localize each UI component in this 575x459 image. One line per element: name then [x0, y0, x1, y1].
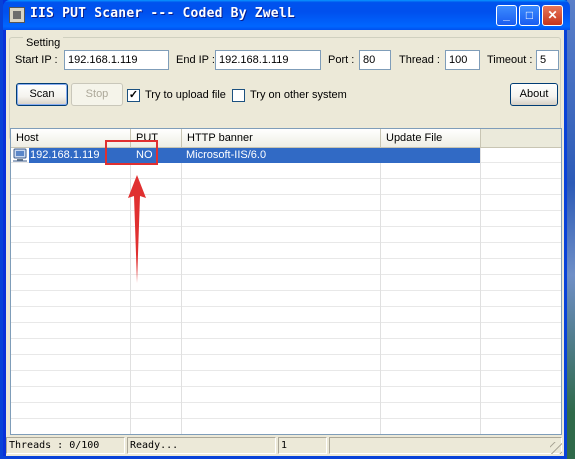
- resize-grip[interactable]: [550, 442, 562, 454]
- other-system-checkbox-label[interactable]: Try on other system: [250, 89, 347, 101]
- scan-button[interactable]: Scan: [16, 83, 68, 106]
- other-system-checkbox[interactable]: [232, 89, 245, 102]
- column-header-update-file[interactable]: Update File: [381, 129, 481, 147]
- threads-status: Threads : 0/100: [6, 437, 125, 454]
- end-ip-label: End IP :: [176, 54, 215, 66]
- window-title: IIS PUT Scaner --- Coded By ZwelL: [30, 6, 295, 21]
- thread-input[interactable]: 100: [445, 50, 480, 70]
- host-cell: 192.168.1.119: [30, 149, 100, 161]
- minimize-icon: _: [503, 8, 510, 22]
- upload-checkbox-label[interactable]: Try to upload file: [145, 89, 226, 101]
- table-row[interactable]: 192.168.1.119 NO Microsoft-IIS/6.0: [11, 148, 481, 163]
- column-divider: [130, 147, 131, 434]
- column-header-http-banner[interactable]: HTTP banner: [182, 129, 381, 147]
- close-button[interactable]: ✕: [542, 5, 563, 26]
- column-divider: [480, 147, 481, 434]
- about-button[interactable]: About: [510, 83, 558, 106]
- port-label: Port :: [328, 54, 355, 66]
- list-header: Host PUT HTTP banner Update File: [11, 129, 561, 148]
- ready-status: Ready...: [127, 437, 276, 454]
- status-bar: Threads : 0/100 Ready... 1: [6, 435, 564, 456]
- annotation-highlight-box: [105, 140, 158, 165]
- status-panel-empty: [329, 437, 562, 454]
- app-window: IIS PUT Scaner --- Coded By ZwelL _ □ ✕ …: [0, 0, 570, 459]
- port-input[interactable]: 80: [359, 50, 391, 70]
- stop-button[interactable]: Stop: [71, 83, 123, 106]
- start-ip-label: Start IP :: [15, 54, 58, 66]
- close-icon: ✕: [547, 8, 558, 22]
- column-divider: [181, 147, 182, 434]
- column-divider: [380, 147, 381, 434]
- desktop-background: [567, 0, 575, 459]
- upload-checkbox[interactable]: ✓: [127, 89, 140, 102]
- maximize-icon: □: [525, 8, 534, 22]
- settings-group-label: Setting: [23, 37, 64, 49]
- http-banner-cell: Microsoft-IIS/6.0: [186, 149, 267, 161]
- network-computer-icon: [13, 148, 27, 162]
- results-list[interactable]: Host PUT HTTP banner Update File 192.168…: [10, 128, 562, 435]
- app-icon: [9, 7, 25, 23]
- settings-group: Setting Start IP : 192.168.1.119 End IP …: [9, 37, 561, 140]
- thread-label: Thread :: [399, 54, 440, 66]
- window-client-area: Setting Start IP : 192.168.1.119 End IP …: [6, 30, 564, 456]
- end-ip-input[interactable]: 192.168.1.119: [215, 50, 321, 70]
- start-ip-input[interactable]: 192.168.1.119: [64, 50, 169, 70]
- checkmark-icon: ✓: [128, 89, 139, 101]
- minimize-button[interactable]: _: [496, 5, 517, 26]
- title-bar[interactable]: IIS PUT Scaner --- Coded By ZwelL _ □ ✕: [3, 0, 570, 30]
- timeout-input[interactable]: 5: [536, 50, 559, 70]
- count-status: 1: [278, 437, 327, 454]
- list-gridlines: [11, 147, 561, 434]
- maximize-button[interactable]: □: [519, 5, 540, 26]
- timeout-label: Timeout :: [487, 54, 533, 66]
